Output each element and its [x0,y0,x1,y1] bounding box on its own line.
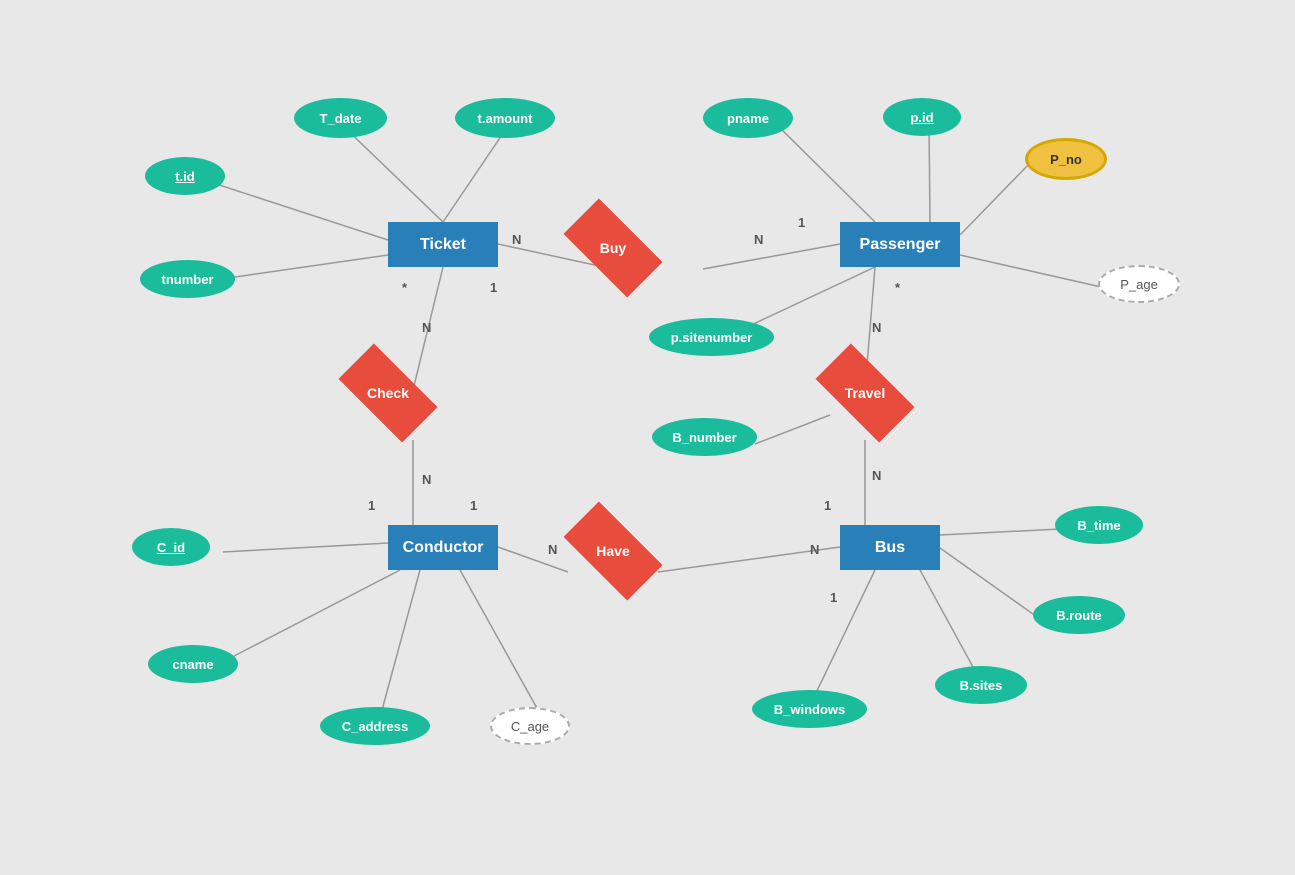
check-relation[interactable]: Check [343,365,433,420]
c-address-label: C_address [342,719,408,734]
p-no-attribute: P_no [1025,138,1107,180]
b-time-label: B_time [1077,518,1120,533]
c-age-attribute: C_age [490,707,570,745]
buy-relation[interactable]: Buy [568,220,658,275]
ticket-label: Ticket [420,236,466,254]
b-number-attribute: B_number [652,418,757,456]
check-label: Check [367,385,409,401]
p-id-label: p.id [910,110,933,125]
travel-relation[interactable]: Travel [820,365,910,420]
tnumber-label: tnumber [162,272,214,287]
card-check-n-top: N [422,320,431,335]
card-buy-ticket: N [512,232,521,247]
b-sites-attribute: B.sites [935,666,1027,704]
t-amount-label: t.amount [478,111,533,126]
t-date-attribute: T_date [294,98,387,138]
p-id-attribute: p.id [883,98,961,136]
card-ticket-check-1: 1 [490,280,497,295]
p-age-attribute: P_age [1098,265,1180,303]
have-label: Have [596,543,629,559]
b-sites-label: B.sites [960,678,1003,693]
cname-label: cname [172,657,213,672]
tnumber-attribute: tnumber [140,260,235,298]
p-sitenumber-label: p.sitenumber [671,330,753,345]
c-address-attribute: C_address [320,707,430,745]
b-route-attribute: B.route [1033,596,1125,634]
c-age-label: C_age [511,719,549,734]
card-bus-travel-1: 1 [824,498,831,513]
b-route-label: B.route [1056,608,1102,623]
travel-label: Travel [845,385,885,401]
t-id-attribute: t.id [145,157,225,195]
card-conductor-check-1: 1 [368,498,375,513]
pname-attribute: pname [703,98,793,138]
bus-label: Bus [875,539,905,557]
p-sitenumber-attribute: p.sitenumber [649,318,774,356]
card-passenger-buy-1: 1 [798,215,805,230]
card-bus-have-1: 1 [830,590,837,605]
card-conductor-have-1: 1 [470,498,477,513]
card-have-n-left: N [548,542,557,557]
conductor-entity[interactable]: Conductor [388,525,498,570]
b-windows-label: B_windows [774,702,846,717]
card-travel-n-bottom: N [872,468,881,483]
bus-entity[interactable]: Bus [840,525,940,570]
cname-attribute: cname [148,645,238,683]
c-id-attribute: C_id [132,528,210,566]
buy-label: Buy [600,240,626,256]
card-travel-n-top: N [872,320,881,335]
passenger-label: Passenger [860,236,941,254]
card-check-n-bottom: N [422,472,431,487]
b-windows-attribute: B_windows [752,690,867,728]
t-id-label: t.id [175,169,195,184]
card-have-n-right: N [810,542,819,557]
b-number-label: B_number [672,430,736,445]
t-date-label: T_date [320,111,362,126]
ticket-entity[interactable]: Ticket [388,222,498,267]
card-buy-passenger: N [754,232,763,247]
card-passenger-star: * [895,280,900,295]
t-amount-attribute: t.amount [455,98,555,138]
conductor-label: Conductor [403,539,484,557]
c-id-label: C_id [157,540,185,555]
p-no-label: P_no [1050,152,1082,167]
have-relation[interactable]: Have [568,523,658,578]
passenger-entity[interactable]: Passenger [840,222,960,267]
b-time-attribute: B_time [1055,506,1143,544]
card-ticket-check-star: * [402,280,407,295]
p-age-label: P_age [1120,277,1158,292]
pname-label: pname [727,111,769,126]
